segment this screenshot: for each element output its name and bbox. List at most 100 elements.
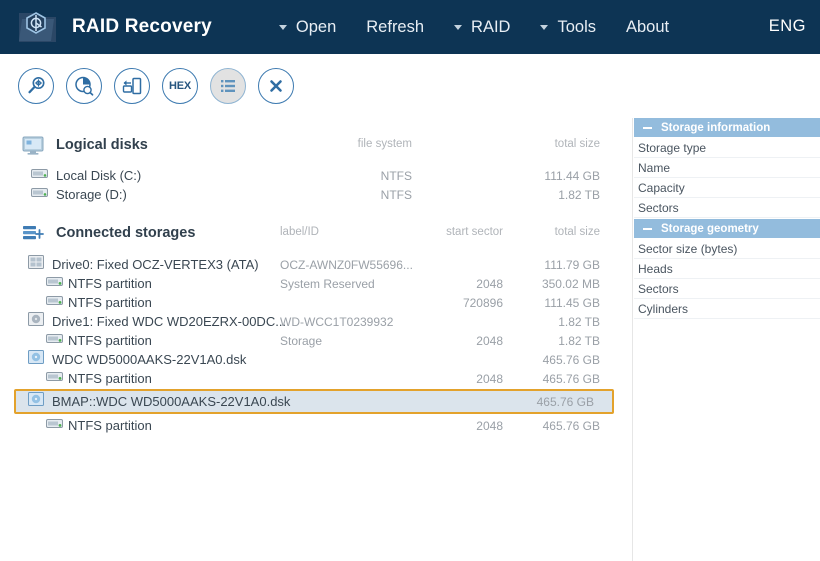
app-title: RAID Recovery	[72, 16, 212, 37]
table-row[interactable]: NTFS partition 720896 111.45 GB	[0, 293, 632, 312]
column-header-file-system: file system	[357, 138, 412, 150]
menu-item-open[interactable]: Open	[278, 17, 337, 37]
row-label: Drive0: Fixed OCZ-VERTEX3 (ATA)	[52, 257, 259, 272]
hdd-gray-icon	[28, 312, 44, 331]
cell-total-size: 465.76 GB	[542, 352, 600, 367]
table-row[interactable]: Drive0: Fixed OCZ-VERTEX3 (ATA) OCZ-AWNZ…	[0, 255, 632, 274]
menu-item-about[interactable]: About	[626, 18, 669, 37]
folder-hexagon-logo-icon	[19, 12, 56, 42]
disk-clone-icon	[122, 77, 142, 95]
group-header-storage-geometry[interactable]: Storage geometry	[634, 219, 820, 238]
disk-clone-button[interactable]	[114, 68, 150, 104]
table-row[interactable]: Storage (D:) NTFS 1.82 TB	[0, 185, 632, 204]
property-name: Heads	[638, 261, 673, 276]
cell-start-sector: 720896	[462, 295, 503, 310]
property-row-capacity: Capacity	[634, 178, 820, 198]
property-name: Sectors	[638, 200, 679, 215]
group-title: Storage information	[661, 121, 771, 134]
group-header-storage-information[interactable]: Storage information	[634, 118, 820, 137]
property-row-heads: Heads	[634, 259, 820, 279]
list-view-icon	[221, 80, 235, 92]
cell-total-size: 465.76 GB	[542, 418, 600, 433]
cell-label-id: Storage	[280, 333, 323, 348]
menu-item-tools[interactable]: Tools	[540, 18, 596, 37]
cell-total-size: 111.45 GB	[544, 295, 600, 310]
caret-down-icon	[540, 24, 549, 30]
row-label: NTFS partition	[68, 276, 152, 291]
column-header-total-size-logical: total size	[554, 138, 600, 150]
hex-viewer-icon: HEX	[168, 80, 192, 92]
cell-start-sector: 2048	[476, 333, 503, 348]
column-header-total-size-storages: total size	[554, 226, 600, 238]
row-label: Storage (D:)	[56, 187, 127, 202]
cell-total-size: 465.76 GB	[536, 394, 594, 409]
property-name: Cylinders	[638, 301, 689, 316]
pane-divider	[632, 118, 633, 561]
monitor-icon	[22, 136, 44, 155]
row-label: Drive1: Fixed WDC WD20EZRX-00DC...	[52, 314, 287, 329]
column-header-start-sector: start sector	[446, 226, 503, 238]
hdd-image-icon	[28, 392, 44, 411]
scan-button[interactable]	[18, 68, 54, 104]
partition-icon	[46, 332, 63, 350]
table-row[interactable]: WDC WD5000AAKS-22V1A0.dsk 465.76 GB	[0, 350, 632, 369]
minus-icon[interactable]	[643, 126, 652, 129]
table-row[interactable]: NTFS partition 2048 465.76 GB	[0, 416, 632, 435]
cell-total-size: 1.82 TB	[558, 314, 600, 329]
scan-icon	[28, 77, 45, 94]
storage-info-panel: Storage information Storage type Name Ca…	[634, 118, 820, 561]
table-row-selected[interactable]: BMAP::WDC WD5000AAKS-22V1A0.dsk 465.76 G…	[14, 389, 614, 414]
list-view-button[interactable]	[210, 68, 246, 104]
property-row-name: Name	[634, 158, 820, 178]
property-row-sectors: Sectors	[634, 198, 820, 218]
cell-start-sector: 2048	[476, 418, 503, 433]
hex-viewer-button[interactable]: HEX	[162, 68, 198, 104]
partition-icon	[46, 417, 63, 435]
row-label: WDC WD5000AAKS-22V1A0.dsk	[52, 352, 247, 367]
close-button[interactable]	[258, 68, 294, 104]
storage-tree-pane: Logical disks file system total size Loc…	[0, 118, 632, 561]
connected-storages-header: Connected storages label/ID start sector…	[0, 218, 632, 248]
property-row-storage-type: Storage type	[634, 138, 820, 158]
partition-icon	[46, 294, 63, 312]
cell-total-size: 111.44 GB	[544, 168, 600, 183]
disk-analyze-button[interactable]	[66, 68, 102, 104]
cell-total-size: 465.76 GB	[542, 371, 600, 386]
cell-total-size: 350.02 MB	[541, 276, 600, 291]
cell-file-system: NTFS	[380, 187, 412, 202]
property-name: Name	[638, 160, 671, 175]
row-label: Local Disk (C:)	[56, 168, 142, 183]
table-row[interactable]: Drive1: Fixed WDC WD20EZRX-00DC... WD-WC…	[0, 312, 632, 331]
minus-icon[interactable]	[643, 227, 652, 230]
drive-icon	[31, 167, 48, 185]
cell-label-id: OCZ-AWNZ0FW55696...	[280, 257, 413, 272]
cell-total-size: 111.79 GB	[544, 257, 600, 272]
partition-icon	[46, 275, 63, 293]
column-header-label-id: label/ID	[280, 226, 319, 238]
property-name: Sectors	[638, 281, 679, 296]
property-name: Storage type	[638, 140, 707, 155]
language-selector[interactable]: ENG	[769, 17, 806, 36]
row-label: BMAP::WDC WD5000AAKS-22V1A0.dsk	[52, 394, 291, 409]
group-title: Storage geometry	[661, 222, 759, 235]
table-row[interactable]: NTFS partition System Reserved 2048 350.…	[0, 274, 632, 293]
logical-disks-header: Logical disks file system total size	[0, 130, 632, 160]
menu-item-open-label: Open	[295, 17, 337, 36]
cell-label-id: System Reserved	[280, 276, 375, 291]
menu-item-raid[interactable]: RAID	[454, 18, 510, 37]
cell-total-size: 1.82 TB	[558, 187, 600, 202]
menu-item-refresh-label: Refresh	[366, 17, 425, 36]
table-row[interactable]: Local Disk (C:) NTFS 111.44 GB	[0, 166, 632, 185]
menu-item-refresh[interactable]: Refresh	[366, 18, 424, 37]
table-row[interactable]: NTFS partition 2048 465.76 GB	[0, 369, 632, 388]
cell-file-system: NTFS	[380, 168, 412, 183]
property-row-sectors-geometry: Sectors	[634, 279, 820, 299]
table-row[interactable]: NTFS partition Storage 2048 1.82 TB	[0, 331, 632, 350]
partition-icon	[46, 370, 63, 388]
property-name: Capacity	[638, 180, 685, 195]
menu-item-tools-label: Tools	[557, 17, 596, 36]
logical-disks-title: Logical disks	[56, 137, 148, 153]
app-logo	[14, 0, 70, 54]
menu-item-about-label: About	[626, 17, 670, 36]
connected-storages-section: Connected storages label/ID start sector…	[0, 218, 632, 435]
